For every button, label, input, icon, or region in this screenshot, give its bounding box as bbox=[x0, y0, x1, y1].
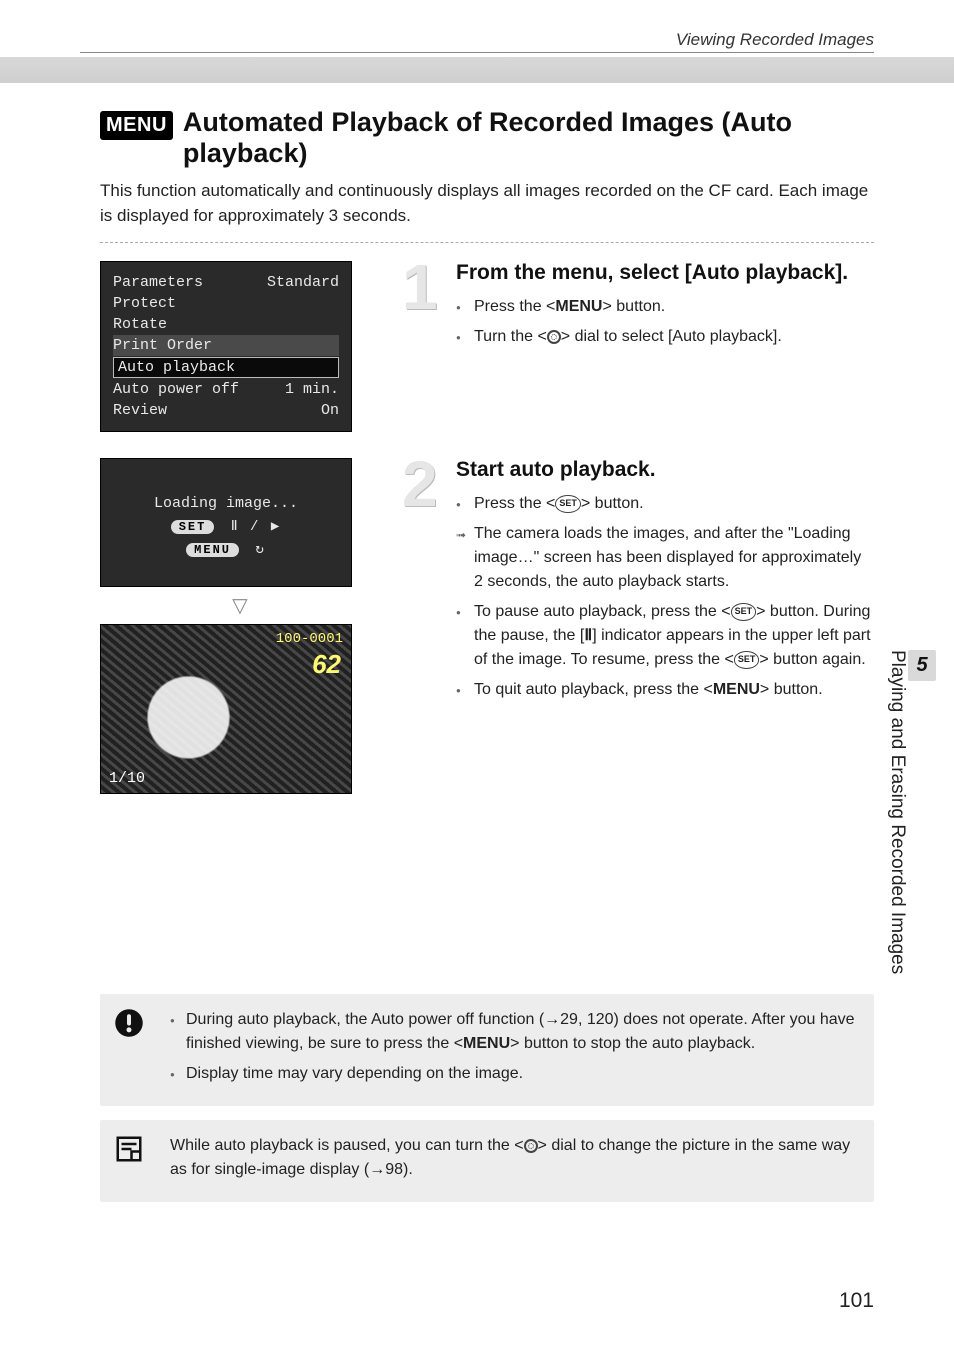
note-icon bbox=[114, 1134, 144, 1172]
dial-icon bbox=[547, 330, 561, 344]
step2-bullet: Press the <SET> button. bbox=[456, 492, 874, 516]
photo-index: 1/10 bbox=[109, 770, 145, 787]
menu-item: Parameters bbox=[113, 274, 203, 291]
step2-heading: Start auto playback. bbox=[456, 458, 874, 482]
header-band bbox=[0, 57, 954, 83]
warning-line: During auto playback, the Auto power off… bbox=[170, 1008, 858, 1056]
down-arrow-icon: ▽ bbox=[100, 593, 380, 618]
intro-paragraph: This function automatically and continuo… bbox=[100, 179, 874, 228]
chapter-number: 5 bbox=[908, 650, 936, 681]
photo-counter: 62 bbox=[312, 649, 341, 680]
menu-item: Review bbox=[113, 402, 167, 419]
set-icon: SET bbox=[731, 603, 757, 621]
menu-pill-icon: MENU bbox=[186, 543, 239, 557]
chapter-label: Playing and Erasing Recorded Images bbox=[887, 650, 908, 974]
menu-item: Auto power off bbox=[113, 381, 239, 398]
tip-line: While auto playback is paused, you can t… bbox=[170, 1134, 858, 1182]
set-icon: SET bbox=[555, 495, 581, 513]
step1-bullet: Turn the <> dial to select [Auto playbac… bbox=[456, 325, 874, 349]
menu-item: Protect bbox=[113, 295, 176, 312]
step-number-2: 2 bbox=[402, 452, 438, 516]
menu-item: Rotate bbox=[113, 316, 167, 333]
breadcrumb: Viewing Recorded Images bbox=[80, 30, 874, 53]
step2-bullet: The camera loads the images, and after t… bbox=[456, 522, 874, 594]
title-text: Automated Playback of Recorded Images (A… bbox=[183, 107, 874, 169]
warning-note: During auto playback, the Auto power off… bbox=[100, 994, 874, 1106]
camera-menu-screenshot: ParametersStandard Protect Rotate Print … bbox=[100, 261, 352, 432]
step-number-1: 1 bbox=[402, 255, 438, 319]
menu-item: Print Order bbox=[113, 337, 212, 354]
set-icon: SET bbox=[734, 651, 760, 669]
step1-heading: From the menu, select [Auto playback]. bbox=[456, 261, 874, 285]
warning-line: Display time may vary depending on the i… bbox=[170, 1062, 858, 1086]
dial-icon bbox=[524, 1139, 538, 1153]
sample-photo: 100-0001 62 1/10 bbox=[100, 624, 352, 794]
page-number: 101 bbox=[839, 1289, 874, 1313]
step2-bullet: To quit auto playback, press the <MENU> … bbox=[456, 678, 874, 702]
warning-icon bbox=[114, 1008, 144, 1046]
divider bbox=[100, 242, 874, 243]
tip-note: While auto playback is paused, you can t… bbox=[100, 1120, 874, 1202]
step2-bullet: To pause auto playback, press the <SET> … bbox=[456, 600, 874, 672]
loading-screenshot: Loading image... SET Ⅱ / ▶ MENU ↻ bbox=[100, 458, 352, 587]
chapter-tab: 5 Playing and Erasing Recorded Images bbox=[886, 650, 936, 974]
photo-folder-number: 100-0001 bbox=[276, 631, 343, 647]
menu-badge-icon: MENU bbox=[100, 111, 173, 140]
loading-text: Loading image... bbox=[113, 495, 339, 512]
page-title: MENU Automated Playback of Recorded Imag… bbox=[100, 107, 874, 169]
set-pill-icon: SET bbox=[171, 520, 215, 534]
step1-bullet: Press the <MENU> button. bbox=[456, 295, 874, 319]
menu-item-selected: Auto playback bbox=[118, 359, 235, 376]
